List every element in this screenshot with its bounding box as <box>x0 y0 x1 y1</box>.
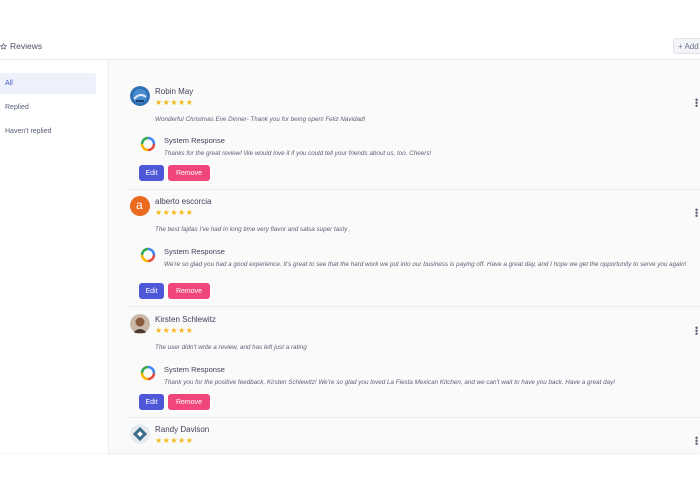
more-options-icon[interactable]: • • • <box>695 206 699 221</box>
sidebar-item-replied[interactable]: Replied <box>0 97 96 118</box>
response-title: System Response <box>164 247 225 256</box>
avatar: a <box>130 196 150 216</box>
review-card: Randy Davison ★★★★★ • • • <box>129 424 700 455</box>
edit-button[interactable]: Edit <box>139 283 164 299</box>
response-title: System Response <box>164 136 225 145</box>
avatar-letter: a <box>136 198 143 212</box>
response-text: Thank you for the positive feedback, Kir… <box>164 379 616 386</box>
avatar <box>130 424 150 444</box>
remove-button[interactable]: Remove <box>168 283 210 299</box>
system-logo-icon <box>140 247 156 263</box>
add-button[interactable]: + Add <box>673 38 700 54</box>
review-text: Wonderful Christmas Eve Dinner- Thank yo… <box>155 116 366 123</box>
more-options-icon[interactable]: • • • <box>695 434 699 449</box>
review-card: Robin May ★★★★★ Wonderful Christmas Eve … <box>129 86 700 190</box>
reviewer-name: Kirsten Schlewitz <box>155 315 216 324</box>
remove-button[interactable]: Remove <box>168 394 210 410</box>
review-text: The user didn't write a review, and has … <box>155 344 307 351</box>
avatar <box>130 86 150 106</box>
star-rating: ★★★★★ <box>155 208 194 217</box>
page-title: Reviews <box>0 41 42 51</box>
filter-sidebar: All Replied Haven't replied <box>0 60 109 455</box>
review-card: a alberto escorcia ★★★★★ The best fajita… <box>129 196 700 307</box>
edit-button[interactable]: Edit <box>139 165 164 181</box>
page-title-text: Reviews <box>10 41 43 51</box>
system-logo-icon <box>140 365 156 381</box>
star-outline-icon <box>0 42 7 50</box>
reviews-header: Reviews + Add <box>0 33 700 60</box>
more-options-icon[interactable]: • • • <box>695 96 699 111</box>
reviews-list: Robin May ★★★★★ Wonderful Christmas Eve … <box>109 60 700 455</box>
star-rating: ★★★★★ <box>155 436 194 445</box>
more-options-icon[interactable]: • • • <box>695 324 699 339</box>
star-rating: ★★★★★ <box>155 98 194 107</box>
response-text: Thanks for the great review! We would lo… <box>164 150 432 157</box>
sidebar-item-all[interactable]: All <box>0 73 96 94</box>
sidebar-item-havent-replied[interactable]: Haven't replied <box>0 121 96 142</box>
avatar <box>130 314 150 334</box>
star-rating: ★★★★★ <box>155 326 194 335</box>
review-text: The best fajitas I've had in long time v… <box>155 226 351 233</box>
system-logo-icon <box>140 136 156 152</box>
review-card: Kirsten Schlewitz ★★★★★ The user didn't … <box>129 314 700 418</box>
remove-button[interactable]: Remove <box>168 165 210 181</box>
edit-button[interactable]: Edit <box>139 394 164 410</box>
response-text: We're so glad you had a good experience.… <box>164 261 687 268</box>
reviewer-name: Randy Davison <box>155 425 210 434</box>
reviewer-name: alberto escorcia <box>155 197 212 206</box>
response-title: System Response <box>164 365 225 374</box>
footer-area <box>0 455 700 500</box>
reviewer-name: Robin May <box>155 87 194 96</box>
